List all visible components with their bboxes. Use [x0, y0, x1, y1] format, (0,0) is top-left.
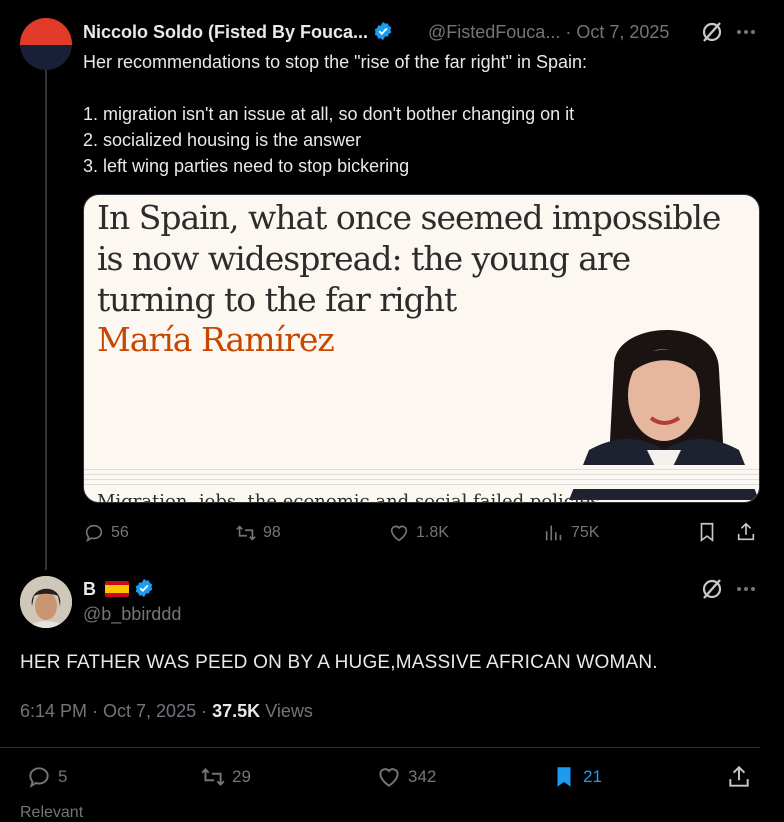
article-card[interactable]: In Spain, what once seemed impossible is…: [83, 194, 760, 503]
bookmark-icon[interactable]: [696, 521, 718, 543]
repost-count: 98: [263, 524, 281, 541]
views-action[interactable]: 75K: [543, 522, 599, 544]
reply-icon: [85, 524, 103, 543]
repost-count: 29: [232, 767, 251, 786]
handle[interactable]: @FistedFouca...: [428, 22, 560, 42]
reply-views-count: 37.5K: [212, 701, 261, 721]
avatar[interactable]: [20, 18, 72, 70]
display-name[interactable]: Niccolo Soldo (Fisted By Fouca...: [83, 22, 368, 42]
reply-action[interactable]: 5: [26, 764, 67, 790]
reply-avatar[interactable]: [20, 576, 72, 628]
share-icon[interactable]: [735, 521, 757, 543]
tweet-text: Her recommendations to stop the "rise of…: [83, 49, 743, 179]
author-name-row: Niccolo Soldo (Fisted By Fouca...: [83, 21, 393, 43]
reply-author-row: B: [83, 578, 154, 600]
handle-and-date: @FistedFouca... · Oct 7, 2025: [428, 22, 669, 43]
bookmark-filled-icon: [557, 767, 571, 787]
article-headline: In Spain, what once seemed impossible is…: [97, 198, 721, 319]
verified-badge-icon: [135, 578, 153, 598]
repost-icon: [236, 525, 256, 541]
reply-meta: 6:14 PM · Oct 7, 2025 · 37.5K Views: [20, 701, 313, 722]
heart-icon: [390, 525, 408, 542]
repost-action[interactable]: 98: [235, 522, 281, 544]
reply-timestamp[interactable]: 6:14 PM · Oct 7, 2025 ·: [20, 701, 207, 721]
relevant-label[interactable]: Relevant: [20, 804, 83, 822]
reply-text: HER FATHER WAS PEED ON BY A HUGE,MASSIVE…: [20, 652, 658, 673]
reply-count: 56: [111, 524, 129, 541]
reply-icon: [29, 767, 49, 788]
verified-badge-icon: [374, 21, 392, 41]
bookmark-count: 21: [583, 767, 602, 786]
like-count: 342: [408, 767, 437, 786]
analytics-icon: [545, 525, 562, 541]
views-count: 75K: [571, 524, 600, 541]
article-cut-text: Migration, jobs, the economic and social…: [97, 491, 600, 503]
grok-icon[interactable]: [700, 577, 724, 601]
list-item: 3. left wing parties need to stop bicker…: [83, 156, 410, 176]
bookmark-action[interactable]: 21: [551, 764, 602, 790]
spain-flag-icon: [105, 581, 130, 597]
thread-line: [45, 70, 47, 570]
heart-icon: [379, 768, 399, 787]
reply-action[interactable]: 56: [83, 522, 129, 544]
post-date[interactable]: · Oct 7, 2025: [565, 22, 669, 42]
reply-display-name[interactable]: B: [83, 579, 96, 599]
article-rule-lines: [84, 465, 759, 489]
like-count: 1.8K: [416, 524, 449, 541]
divider: [0, 747, 760, 748]
reply-views-label: Views: [265, 701, 313, 721]
reply-avatar-image: [20, 576, 72, 628]
share-icon[interactable]: [726, 764, 752, 790]
tweet-intro: Her recommendations to stop the "rise of…: [83, 52, 588, 72]
article-author: María Ramírez: [97, 320, 335, 359]
like-action[interactable]: 1.8K: [388, 522, 449, 544]
repost-action[interactable]: 29: [200, 764, 251, 790]
like-action[interactable]: 342: [376, 764, 436, 790]
list-item: 1. migration isn't an issue at all, so d…: [83, 104, 575, 124]
more-options-icon[interactable]: [735, 22, 757, 42]
reply-handle[interactable]: @b_bbirddd: [83, 604, 181, 625]
repost-icon: [201, 768, 225, 786]
more-options-icon[interactable]: [735, 579, 757, 599]
reply-count: 5: [58, 767, 68, 786]
grok-icon[interactable]: [700, 20, 724, 44]
list-item: 2. socialized housing is the answer: [83, 130, 362, 150]
